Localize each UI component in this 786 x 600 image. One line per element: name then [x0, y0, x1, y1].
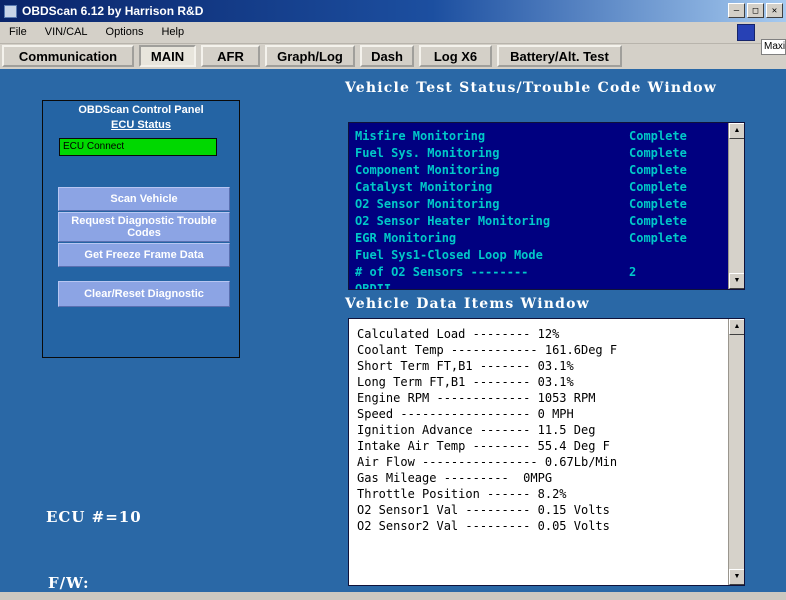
data-line: Throttle Position ------ 8.2% — [349, 486, 728, 502]
window-title: OBDScan 6.12 by Harrison R&D — [22, 4, 203, 18]
tab-graph-log[interactable]: Graph/Log — [265, 45, 355, 67]
data-window: Calculated Load -------- 12% Coolant Tem… — [348, 318, 745, 586]
title-bar[interactable]: OBDScan 6.12 by Harrison R&D – □ ✕ — [0, 0, 786, 22]
data-line: Long Term FT,B1 -------- 03.1% — [349, 374, 728, 390]
data-line: O2 Sensor2 Val --------- 0.05 Volts — [349, 518, 728, 534]
status-name: OBDII — [355, 282, 391, 290]
status-value: Complete — [629, 179, 687, 196]
status-row: O2 Sensor Heater Monitoring Complete — [349, 213, 728, 230]
status-value: Complete — [629, 145, 687, 162]
status-name: EGR Monitoring — [355, 231, 456, 245]
status-scrollbar[interactable]: ▲ ▼ — [728, 123, 744, 289]
status-row: Misfire Monitoring Complete — [349, 128, 728, 145]
menu-item-help[interactable]: Help — [152, 22, 193, 43]
data-line: Ignition Advance ------- 11.5 Deg — [349, 422, 728, 438]
tab-dash[interactable]: Dash — [360, 45, 414, 67]
ecu-number-text: ECU #=10 — [46, 508, 142, 526]
status-value: Complete — [629, 196, 687, 213]
request-dtc-button[interactable]: Request Diagnostic Trouble Codes — [58, 212, 230, 242]
clear-reset-button[interactable]: Clear/Reset Diagnostic — [58, 281, 230, 307]
data-line: Coolant Temp ------------ 161.6Deg F — [349, 342, 728, 358]
data-scrollbar[interactable]: ▲ ▼ — [728, 319, 744, 585]
tab-communication[interactable]: Communication — [2, 45, 134, 67]
status-row: OBDII — [349, 281, 728, 290]
status-window-title: Vehicle Test Status/Trouble Code Window — [345, 80, 717, 96]
close-button[interactable]: ✕ — [766, 3, 783, 18]
tab-afr[interactable]: AFR — [201, 45, 260, 67]
status-row: Fuel Sys. Monitoring Complete — [349, 145, 728, 162]
data-line: Speed ------------------ 0 MPH — [349, 406, 728, 422]
status-value: Complete — [629, 162, 687, 179]
tab-battery-alt-test[interactable]: Battery/Alt. Test — [497, 45, 622, 67]
scroll-up-icon[interactable]: ▲ — [729, 319, 745, 335]
data-line: Air Flow ---------------- 0.67Lb/Min — [349, 454, 728, 470]
data-line: Short Term FT,B1 ------- 03.1% — [349, 358, 728, 374]
tab-log-x6[interactable]: Log X6 — [419, 45, 492, 67]
status-value: Complete — [629, 230, 687, 247]
status-value: Complete — [629, 213, 687, 230]
menu-bar: File VIN/CAL Options Help — [0, 22, 786, 44]
menu-item-options[interactable]: Options — [97, 22, 153, 43]
scroll-down-icon[interactable]: ▼ — [729, 273, 745, 289]
status-name: Fuel Sys1-Closed Loop Mode — [355, 248, 543, 262]
status-name: O2 Sensor Heater Monitoring — [355, 214, 550, 228]
status-name: # of O2 Sensors -------- — [355, 265, 528, 279]
control-panel-title: OBDScan Control Panel — [43, 104, 239, 116]
status-name: Misfire Monitoring — [355, 129, 485, 143]
bottom-edge-strip — [0, 592, 786, 600]
status-row: Fuel Sys1-Closed Loop Mode — [349, 247, 728, 264]
ecu-status-field[interactable]: ECU Connect — [59, 138, 217, 156]
status-value: 2 — [629, 264, 636, 281]
app-window: OBDScan 6.12 by Harrison R&D – □ ✕ File … — [0, 0, 786, 600]
status-row: O2 Sensor Monitoring Complete — [349, 196, 728, 213]
app-icon — [4, 5, 17, 18]
status-row: Catalyst Monitoring Complete — [349, 179, 728, 196]
tab-main[interactable]: MAIN — [139, 45, 196, 67]
ecu-status-label: ECU Status — [43, 119, 239, 131]
control-panel: OBDScan Control Panel ECU Status ECU Con… — [42, 100, 240, 358]
data-line: Calculated Load -------- 12% — [349, 326, 728, 342]
maximize-button[interactable]: □ — [747, 3, 764, 18]
status-value: Complete — [629, 128, 687, 145]
status-name: Catalyst Monitoring — [355, 180, 492, 194]
data-line: O2 Sensor1 Val --------- 0.15 Volts — [349, 502, 728, 518]
scan-vehicle-button[interactable]: Scan Vehicle — [58, 187, 230, 211]
status-window: Misfire Monitoring Complete Fuel Sys. Mon… — [348, 122, 745, 290]
status-row: # of O2 Sensors -------- 2 — [349, 264, 728, 281]
data-line: Gas Mileage --------- 0MPG — [349, 470, 728, 486]
status-name: O2 Sensor Monitoring — [355, 197, 500, 211]
maxim-window-fragment: Maxim — [761, 39, 786, 55]
get-freeze-frame-button[interactable]: Get Freeze Frame Data — [58, 243, 230, 267]
data-window-title: Vehicle Data Items Window — [345, 296, 590, 312]
menu-item-file[interactable]: File — [0, 22, 36, 43]
data-line: Intake Air Temp -------- 55.4 Deg F — [349, 438, 728, 454]
data-line: Engine RPM ------------- 1053 RPM — [349, 390, 728, 406]
status-name: Component Monitoring — [355, 163, 500, 177]
scroll-up-icon[interactable]: ▲ — [729, 123, 745, 139]
status-name: Fuel Sys. Monitoring — [355, 146, 500, 160]
menu-item-vin-cal[interactable]: VIN/CAL — [36, 22, 97, 43]
status-row: Component Monitoring Complete — [349, 162, 728, 179]
fw-label: F/W: — [48, 574, 90, 592]
minimize-button[interactable]: – — [728, 3, 745, 18]
background-window-fragment — [737, 24, 755, 41]
scroll-down-icon[interactable]: ▼ — [729, 569, 745, 585]
status-row: EGR Monitoring Complete — [349, 230, 728, 247]
